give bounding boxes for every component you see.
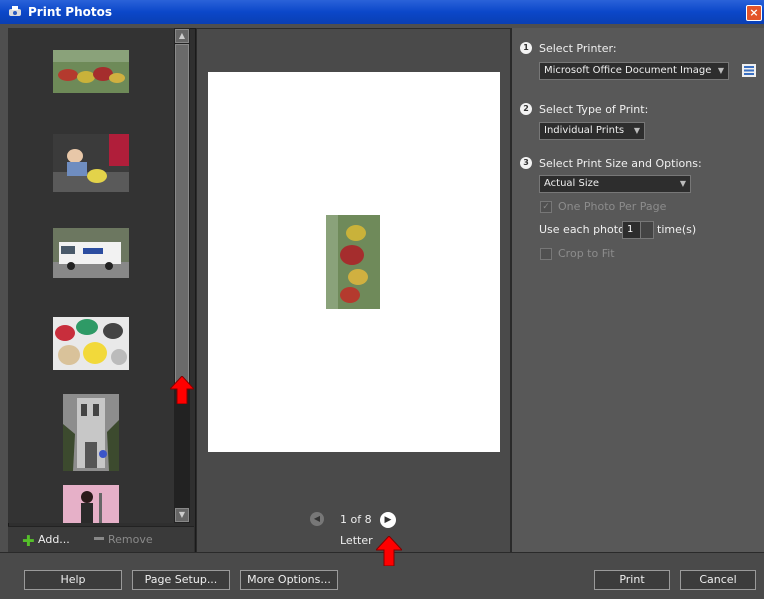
scroll-down-arrow-icon[interactable]: ▼ <box>175 508 189 522</box>
thumbnail-scrollbar[interactable]: ▲ ▼ <box>174 28 190 523</box>
thumbnail-person-pink[interactable] <box>63 485 119 523</box>
cancel-button[interactable]: Cancel <box>680 570 756 590</box>
thumbnail-ambulance[interactable] <box>53 228 129 278</box>
photo-preview <box>326 215 380 309</box>
thumbnail-footer: ✚ Add... Remove <box>8 526 194 553</box>
thumbnail-building[interactable] <box>63 394 119 471</box>
page-counter: 1 of 8 <box>340 513 372 526</box>
print-size-dropdown[interactable]: Actual Size ▼ <box>539 175 691 193</box>
step-3-badge: 3 <box>520 157 532 169</box>
crop-to-fit-checkbox[interactable] <box>540 248 552 260</box>
page-navigator: ◀ 1 of 8 ▶ <box>310 510 400 530</box>
stepper-arrows-icon[interactable] <box>640 222 653 238</box>
chevron-down-icon: ▼ <box>717 66 724 75</box>
chevron-down-icon: ▼ <box>679 179 686 188</box>
one-photo-per-page-label: One Photo Per Page <box>558 200 667 213</box>
step-2-badge: 2 <box>520 103 532 115</box>
chevron-down-icon: ▼ <box>633 126 640 135</box>
times-label: time(s) <box>657 223 697 236</box>
print-type-dropdown[interactable]: Individual Prints ▼ <box>539 122 645 140</box>
copies-stepper[interactable]: 1 <box>622 221 654 239</box>
print-size-value: Actual Size <box>544 178 600 189</box>
add-label: Add... <box>38 533 70 546</box>
annotation-arrow-icon <box>376 536 402 566</box>
window-title: Print Photos <box>28 5 112 19</box>
select-print-size-label: Select Print Size and Options: <box>539 157 702 170</box>
thumbnail-colorful-objects[interactable] <box>53 317 129 370</box>
paper-size-label: Letter <box>340 534 373 547</box>
copies-value: 1 <box>627 224 634 235</box>
remove-photo-button[interactable]: Remove <box>94 533 153 546</box>
next-page-icon[interactable]: ▶ <box>380 512 396 528</box>
printer-value: Microsoft Office Document Image <box>544 65 712 76</box>
page-setup-button[interactable]: Page Setup... <box>132 570 230 590</box>
close-icon[interactable]: × <box>746 5 762 21</box>
printer-properties-icon[interactable] <box>742 64 756 77</box>
printer-icon <box>9 6 21 16</box>
print-type-value: Individual Prints <box>544 125 625 136</box>
thumbnail-child-playing[interactable] <box>53 134 129 192</box>
scroll-up-arrow-icon[interactable]: ▲ <box>175 29 189 43</box>
previous-page-icon[interactable]: ◀ <box>310 512 324 526</box>
add-photos-button[interactable]: ✚ Add... <box>22 532 70 550</box>
print-button[interactable]: Print <box>594 570 670 590</box>
crop-to-fit-label: Crop to Fit <box>558 247 615 260</box>
one-photo-per-page-checkbox[interactable]: ✓ <box>540 201 552 213</box>
select-printer-label: Select Printer: <box>539 42 617 55</box>
printer-dropdown[interactable]: Microsoft Office Document Image ▼ <box>539 62 729 80</box>
select-type-of-print-label: Select Type of Print: <box>539 103 649 116</box>
thumbnail-people-on-grass[interactable] <box>53 50 129 93</box>
remove-label: Remove <box>108 533 153 546</box>
annotation-arrow-icon <box>170 376 194 404</box>
help-button[interactable]: Help <box>24 570 122 590</box>
step-1-badge: 1 <box>520 42 532 54</box>
title-bar: Print Photos × <box>0 0 764 24</box>
minus-icon <box>94 537 104 540</box>
more-options-button[interactable]: More Options... <box>240 570 338 590</box>
use-each-photo-label: Use each photo <box>539 223 625 236</box>
scroll-thumb[interactable] <box>175 44 189 383</box>
plus-icon: ✚ <box>22 532 35 550</box>
thumbnail-list[interactable] <box>8 28 174 523</box>
